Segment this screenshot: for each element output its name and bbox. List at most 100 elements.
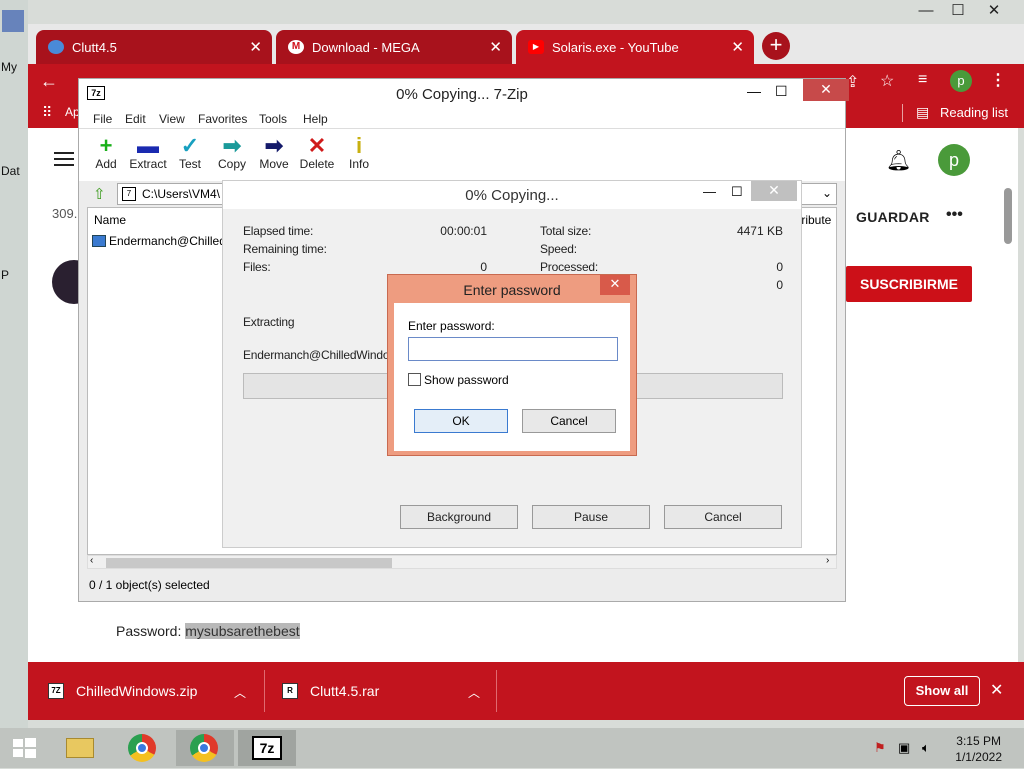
- close-icon[interactable]: ✕: [489, 38, 502, 56]
- flag-icon[interactable]: ⚑: [874, 740, 886, 756]
- minimize-icon[interactable]: —: [910, 0, 942, 24]
- divider: [496, 670, 497, 712]
- total-size-value: 4471 KB: [736, 224, 783, 238]
- file-explorer-button[interactable]: [58, 730, 102, 766]
- chevron-down-icon[interactable]: ⌄: [822, 186, 832, 200]
- start-button[interactable]: [2, 730, 46, 766]
- tab-youtube[interactable]: ▶ Solaris.exe - YouTube ✕: [516, 30, 754, 64]
- pause-button[interactable]: Pause: [532, 505, 650, 529]
- chevron-left-icon[interactable]: ‹: [90, 555, 93, 566]
- clock-date: 1/1/2022: [955, 750, 1002, 764]
- more-actions-icon[interactable]: •••: [946, 206, 963, 224]
- minimize-icon[interactable]: —: [703, 184, 716, 199]
- close-icon[interactable]: ✕: [249, 38, 262, 56]
- youtube-avatar[interactable]: p: [938, 144, 970, 176]
- list-item[interactable]: Endermanch@Chilled: [92, 234, 226, 248]
- elapsed-value: 00:00:01: [440, 224, 487, 238]
- close-button[interactable]: ✕: [803, 79, 849, 101]
- more-icon[interactable]: ⋮: [990, 70, 1006, 90]
- ok-button[interactable]: OK: [414, 409, 508, 433]
- bell-icon[interactable]: 🔔︎: [886, 148, 911, 173]
- horizontal-scrollbar[interactable]: ‹ ›: [87, 555, 837, 569]
- column-attributes-header[interactable]: tribute: [798, 213, 831, 227]
- column-name-header[interactable]: Name: [94, 213, 126, 227]
- reading-list-icon[interactable]: ▤: [916, 104, 929, 121]
- profile-avatar[interactable]: p: [950, 70, 972, 92]
- status-bar: 0 / 1 object(s) selected: [87, 575, 837, 595]
- desktop-icon[interactable]: [2, 10, 24, 32]
- dialog-titlebar[interactable]: 0% Copying... — ☐ ✕: [223, 181, 801, 209]
- back-arrow-icon[interactable]: ←: [40, 71, 58, 92]
- subscribe-button[interactable]: SUSCRIBIRME: [846, 266, 972, 302]
- address-path: C:\Users\VM4\: [142, 187, 221, 201]
- chrome-button[interactable]: [120, 730, 164, 766]
- password-input[interactable]: [408, 337, 618, 361]
- show-all-button[interactable]: Show all: [904, 676, 980, 706]
- maximize-icon[interactable]: ☐: [775, 83, 788, 100]
- window-title: 0% Copying... 7-Zip: [396, 86, 528, 103]
- password-field-label: Enter password:: [408, 319, 495, 333]
- files-value: 0: [480, 260, 487, 274]
- youtube-favicon-icon: ▶: [528, 40, 544, 54]
- save-button[interactable]: GUARDAR: [856, 209, 930, 225]
- tab-title: Solaris.exe - YouTube: [552, 39, 679, 55]
- browser-tab-strip: Clutt4.5 ✕ M Download - MEGA ✕ ▶ Solaris…: [28, 2, 1024, 64]
- folder-up-icon[interactable]: ⇧: [93, 185, 106, 203]
- media-control-icon[interactable]: ≡: [918, 71, 927, 89]
- scrollbar-thumb[interactable]: [106, 558, 392, 568]
- windows-logo-icon: [13, 738, 36, 758]
- info-button[interactable]: i Info: [334, 135, 384, 172]
- files-label: Files:: [243, 260, 271, 274]
- menu-file[interactable]: File: [93, 112, 112, 126]
- 7zip-taskbar-button[interactable]: 7z: [238, 730, 296, 766]
- chrome-icon: [128, 734, 156, 762]
- menu-view[interactable]: View: [159, 112, 185, 126]
- tab-mega[interactable]: M Download - MEGA ✕: [276, 30, 512, 64]
- star-icon[interactable]: ☆: [880, 71, 894, 91]
- menu-bar: File Edit View Favorites Tools Help: [79, 109, 845, 129]
- minimize-icon[interactable]: —: [747, 83, 761, 99]
- volume-icon[interactable]: 🔈︎: [922, 740, 930, 756]
- maximize-icon[interactable]: ☐: [942, 0, 974, 24]
- menu-help[interactable]: Help: [303, 112, 328, 126]
- desktop-label: Dat: [1, 164, 20, 178]
- show-password-checkbox[interactable]: [408, 373, 421, 386]
- password-text: Password: mysubsarethebest: [116, 623, 300, 639]
- show-password-label[interactable]: Show password: [424, 373, 509, 387]
- download-item[interactable]: 7Z ChilledWindows.zip: [48, 662, 197, 720]
- elapsed-label: Elapsed time:: [243, 224, 314, 238]
- clock[interactable]: 3:15 PM 1/1/2022: [955, 733, 1002, 765]
- reading-list-label[interactable]: Reading list: [940, 105, 1008, 120]
- archive-icon: 7: [122, 187, 136, 201]
- background-button[interactable]: Background: [400, 505, 518, 529]
- menu-edit[interactable]: Edit: [125, 112, 146, 126]
- page-scrollbar[interactable]: [1004, 188, 1012, 244]
- close-button[interactable]: ✕: [600, 275, 630, 295]
- close-icon[interactable]: ✕: [731, 38, 744, 56]
- download-name: ChilledWindows.zip: [76, 683, 198, 699]
- hamburger-icon[interactable]: [54, 152, 74, 170]
- tab-title: Download - MEGA: [312, 39, 420, 55]
- close-button[interactable]: ✕: [751, 181, 797, 201]
- window-titlebar[interactable]: 7z 0% Copying... 7-Zip — ☐ ✕: [79, 79, 849, 109]
- maximize-icon[interactable]: ☐: [731, 184, 743, 200]
- extra-value: 0: [776, 278, 783, 292]
- close-icon[interactable]: ✕: [978, 0, 1010, 24]
- tab-clutt[interactable]: Clutt4.5 ✕: [36, 30, 272, 64]
- chevron-right-icon[interactable]: ›: [826, 555, 829, 566]
- close-icon[interactable]: ✕: [990, 680, 1003, 700]
- chevron-up-icon[interactable]: ︿: [468, 684, 480, 701]
- network-icon[interactable]: ▣: [898, 740, 910, 756]
- password-value: mysubsarethebest: [185, 623, 300, 639]
- menu-tools[interactable]: Tools: [259, 112, 287, 126]
- dialog-titlebar[interactable]: Enter password ✕: [388, 275, 636, 303]
- chevron-up-icon[interactable]: ︿: [234, 684, 246, 701]
- cancel-button[interactable]: Cancel: [664, 505, 782, 529]
- cancel-button[interactable]: Cancel: [522, 409, 616, 433]
- menu-favorites[interactable]: Favorites: [198, 112, 247, 126]
- new-tab-button[interactable]: +: [762, 32, 790, 60]
- apps-grid-icon[interactable]: ⠿: [42, 104, 52, 121]
- download-item[interactable]: R Clutt4.5.rar: [282, 662, 379, 720]
- chrome-profile-button[interactable]: [176, 730, 234, 766]
- extracting-label: Extracting: [243, 315, 295, 329]
